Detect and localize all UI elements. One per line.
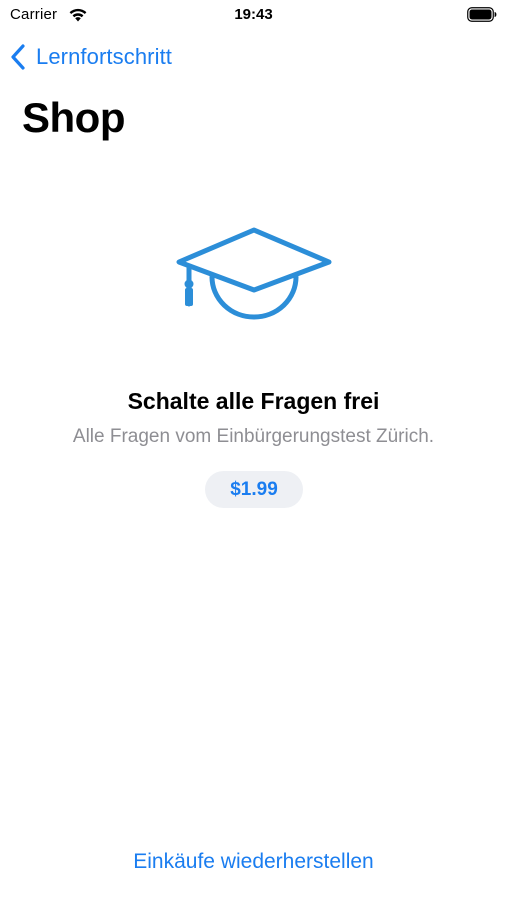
buy-button[interactable]: $1.99 <box>205 471 303 508</box>
product-title: Schalte alle Fragen frei <box>127 388 380 414</box>
graduation-cap-icon <box>176 227 332 320</box>
price-label: $1.99 <box>230 478 278 500</box>
chevron-left-icon <box>11 44 25 70</box>
back-button[interactable]: Lernfortschritt <box>10 40 172 74</box>
clock: 19:43 <box>234 6 273 23</box>
back-label: Lernfortschritt <box>36 44 172 69</box>
battery-icon <box>467 7 497 22</box>
page-title: Shop <box>22 94 125 141</box>
status-bar: Carrier 19:43 <box>0 0 507 32</box>
restore-purchases-button[interactable]: Einkäufe wiederherstellen <box>0 850 507 874</box>
product-description: Alle Fragen vom Einbürgerungstest Zürich… <box>72 426 435 447</box>
